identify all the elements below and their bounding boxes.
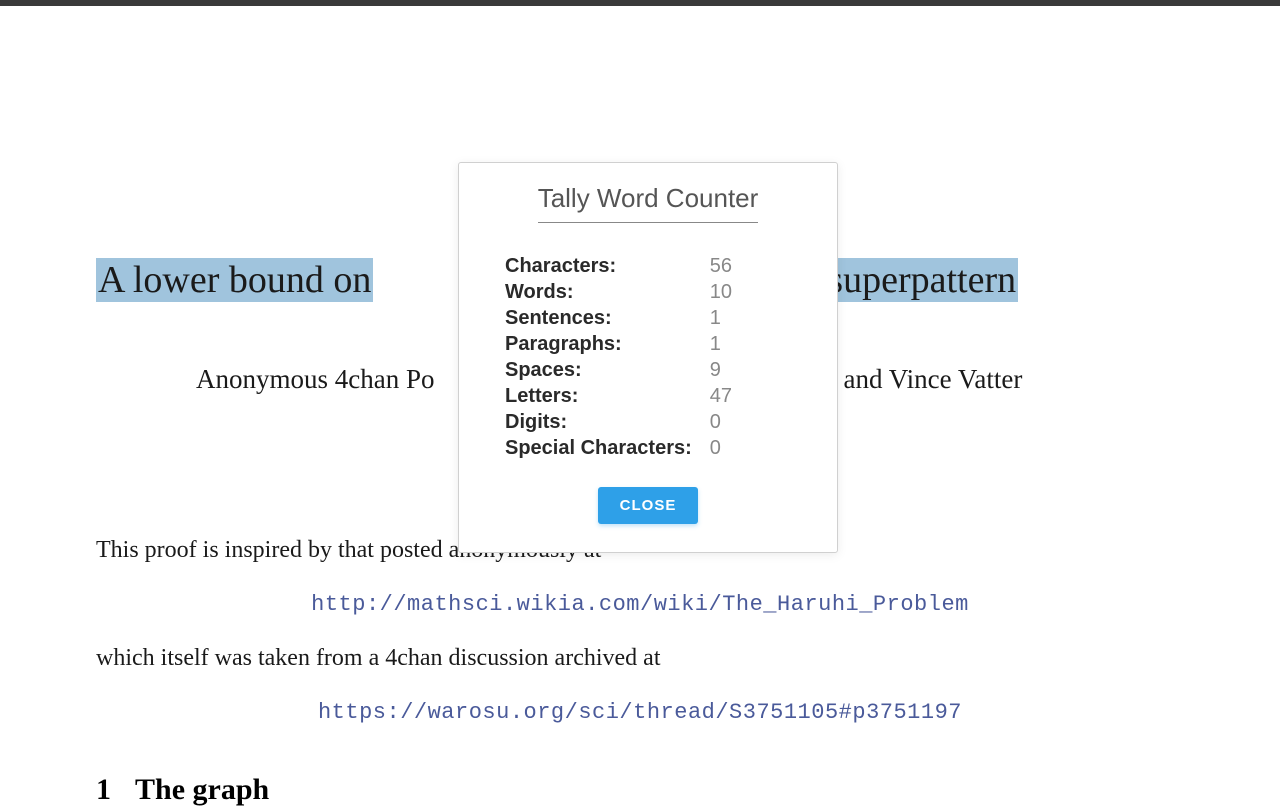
stats-table: Characters: 56 Words: 10 Sentences: 1 Pa… [505,255,732,463]
stat-label: Digits: [505,411,710,437]
link-1[interactable]: http://mathsci.wikia.com/wiki/The_Haruhi… [96,592,1184,617]
stat-label: Spaces: [505,359,710,385]
stat-value: 1 [710,333,732,359]
close-button[interactable]: CLOSE [598,487,699,524]
stat-row-words: Words: 10 [505,281,732,307]
stat-row-characters: Characters: 56 [505,255,732,281]
stat-label: Sentences: [505,307,710,333]
stat-value: 47 [710,385,732,411]
stat-value: 1 [710,307,732,333]
stat-label: Letters: [505,385,710,411]
stat-row-letters: Letters: 47 [505,385,732,411]
stat-row-sentences: Sentences: 1 [505,307,732,333]
stat-value: 9 [710,359,732,385]
word-counter-popup: Tally Word Counter Characters: 56 Words:… [458,162,838,553]
stat-label: Paragraphs: [505,333,710,359]
link-2[interactable]: https://warosu.org/sci/thread/S3751105#p… [96,700,1184,725]
stat-value: 0 [710,411,732,437]
stat-row-special-chars: Special Characters: 0 [505,437,732,463]
title-selection-left[interactable]: A lower bound on [96,258,373,302]
body-paragraph-2: which itself was taken from a 4chan disc… [96,645,1184,672]
authors-left: Anonymous 4chan Po [196,364,435,395]
browser-top-bar [0,0,1280,6]
stat-value: 56 [710,255,732,281]
stat-label: Characters: [505,255,710,281]
popup-title: Tally Word Counter [538,183,759,223]
section-title: The graph [135,773,269,806]
section-heading: 1 The graph [96,773,1184,807]
stat-value: 10 [710,281,732,307]
section-number: 1 [96,773,111,807]
stat-value: 0 [710,437,732,463]
stat-label: Words: [505,281,710,307]
stat-label: Special Characters: [505,437,710,463]
stat-row-paragraphs: Paragraphs: 1 [505,333,732,359]
stat-row-digits: Digits: 0 [505,411,732,437]
stat-row-spaces: Spaces: 9 [505,359,732,385]
